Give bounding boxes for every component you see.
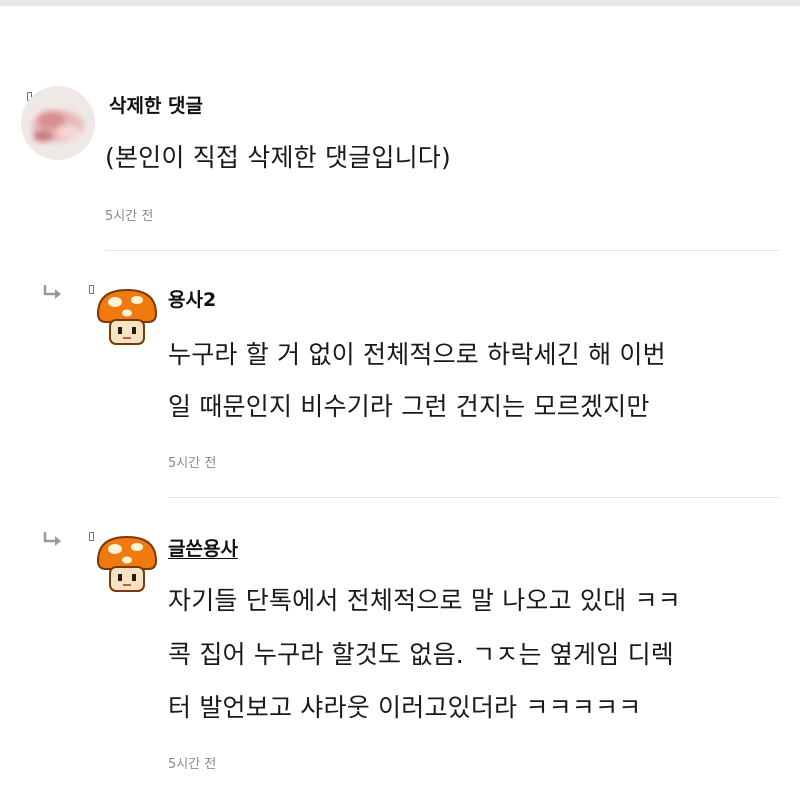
comment-text: (본인이 직접 삭제한 댓글입니다) [105,143,451,172]
comment-text-line: 자기들 단톡에서 전체적으로 말 나오고 있대 ㅋㅋ [168,586,681,615]
comment-timestamp: 5시간 전 [105,209,154,224]
reply-arrow-icon [42,284,64,302]
blurred-photo-avatar[interactable] [21,86,95,160]
comment-text-line: 터 발언보고 샤라웃 이러고있더라 ㅋㅋㅋㅋㅋ [168,693,642,722]
comment-timestamp: 5시간 전 [168,757,217,772]
comment-timestamp: 5시간 전 [168,456,217,471]
comment-text-line: 콕 집어 누구라 할것도 없음. ㄱㅈ는 옆게임 디렉 [168,640,674,669]
comment-author[interactable]: 글쓴용사 [168,534,238,561]
comment-author[interactable]: 삭제한 댓글 [109,91,203,118]
orange-mushroom-avatar[interactable] [90,529,164,603]
divider [105,250,779,251]
top-scroll-bar [0,0,800,6]
comment-author[interactable]: 용사2 [168,285,216,312]
orange-mushroom-avatar[interactable] [90,282,164,356]
comment-text-line: 일 때문인지 비수기라 그런 건지는 모르겠지만 [168,392,650,421]
comment-text-line: 누구라 할 거 없이 전체적으로 하락세긴 해 이번 [168,340,666,369]
divider [168,497,779,498]
reply-arrow-icon [42,531,64,549]
